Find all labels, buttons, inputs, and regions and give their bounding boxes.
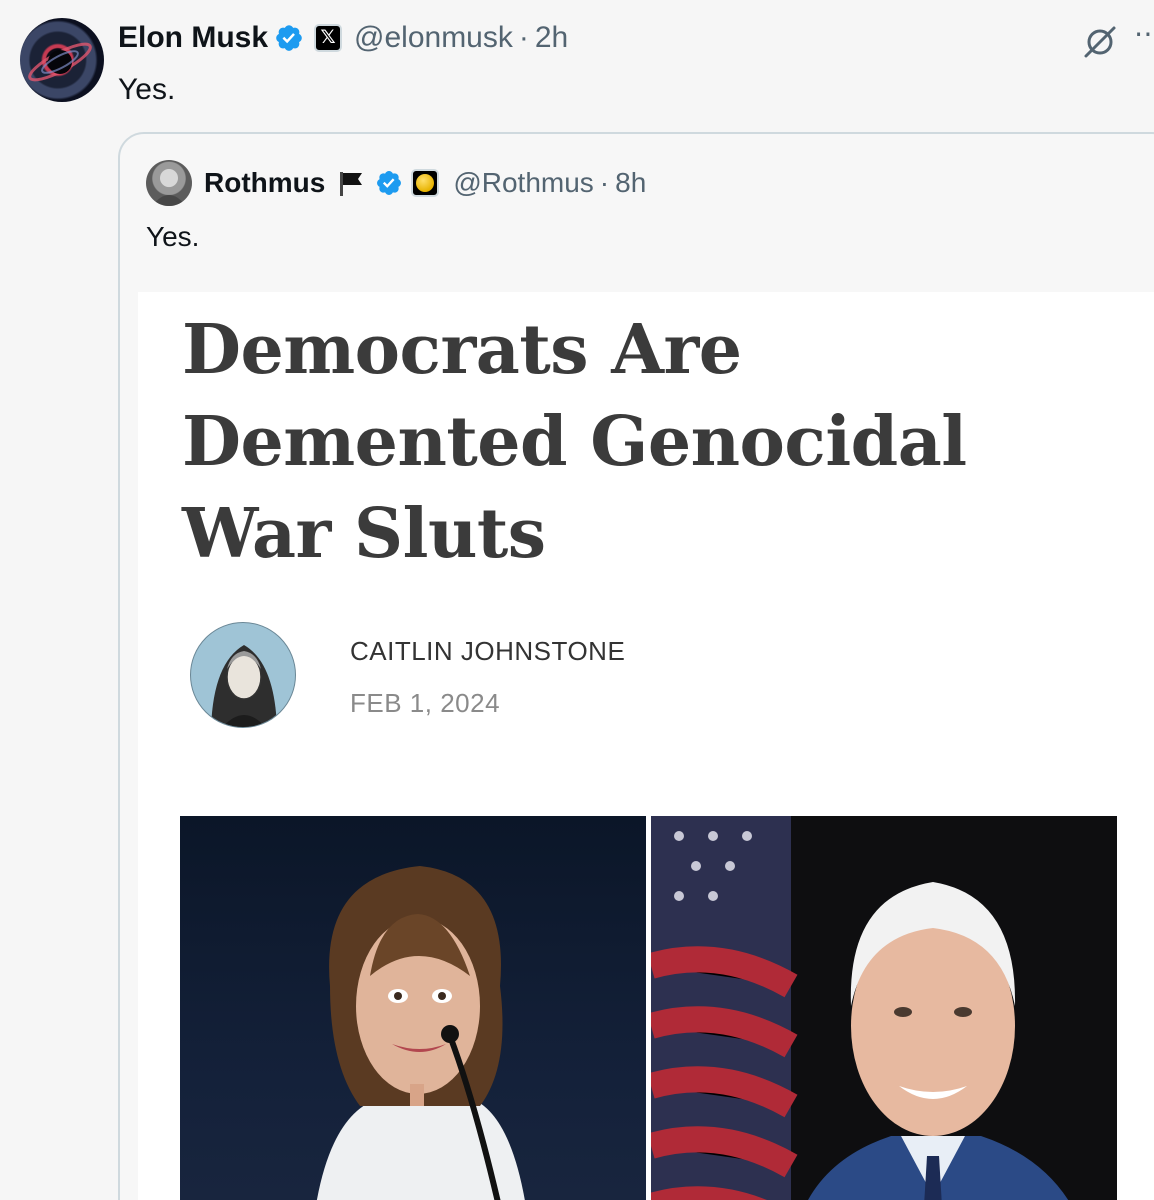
article-photo-left bbox=[180, 816, 646, 1200]
quoted-author-name[interactable]: Rothmus bbox=[204, 164, 325, 202]
black-hole-icon bbox=[28, 42, 92, 82]
separator-dot: · bbox=[599, 167, 610, 198]
headline-line: Democrats Are bbox=[182, 310, 742, 390]
tweet-page: Elon Musk 𝕏 @elonmusk · 2h ⋯ Yes. Rothmu… bbox=[0, 0, 1154, 1200]
author-handle[interactable]: @elonmusk bbox=[354, 18, 513, 58]
article-headline: Democrats Are Demented Genocidal War Slu… bbox=[182, 304, 1082, 580]
quoted-tweet-header: Rothmus @Rothmus · 8h bbox=[204, 164, 646, 202]
separator-dot: · bbox=[518, 21, 529, 54]
quoted-tweet-card[interactable]: Rothmus @Rothmus · 8h Yes. Democrats Are… bbox=[118, 132, 1154, 1200]
tweet-text: Yes. bbox=[118, 73, 176, 106]
more-options-icon[interactable]: ⋯ bbox=[1134, 24, 1154, 54]
verified-badge-icon[interactable] bbox=[375, 169, 403, 197]
article-photo-right bbox=[651, 816, 1117, 1200]
quoted-author-handle[interactable]: @Rothmus bbox=[453, 164, 593, 202]
speaker-photo-illustration bbox=[316, 866, 525, 1200]
avatar-portrait-icon bbox=[152, 169, 186, 206]
article-author-name: CAITLIN JOHNSTONE bbox=[350, 636, 626, 666]
tweet-timestamp[interactable]: 2h bbox=[535, 18, 568, 58]
quoted-tweet-image[interactable]: Democrats Are Demented Genocidal War Slu… bbox=[138, 292, 1154, 1200]
article-date: FEB 1, 2024 bbox=[350, 688, 501, 718]
x-affiliate-badge-icon[interactable]: 𝕏 bbox=[314, 24, 343, 52]
flag-icon bbox=[340, 172, 363, 196]
man-with-flag-photo-illustration bbox=[651, 816, 1069, 1200]
article-author-avatar bbox=[190, 622, 296, 728]
tweet-header: Elon Musk 𝕏 @elonmusk · 2h bbox=[118, 18, 568, 58]
grok-icon[interactable] bbox=[1080, 22, 1120, 62]
author-portrait-illustration bbox=[211, 645, 277, 727]
author-avatar[interactable] bbox=[20, 18, 104, 102]
verified-badge-icon[interactable] bbox=[274, 23, 304, 53]
author-name[interactable]: Elon Musk bbox=[118, 18, 268, 58]
quoted-tweet-text: Yes. bbox=[146, 221, 200, 252]
quoted-tweet-timestamp[interactable]: 8h bbox=[615, 164, 646, 202]
coin-icon[interactable] bbox=[411, 169, 440, 197]
headline-line: Demented Genocidal bbox=[182, 402, 967, 482]
headline-line: War Sluts bbox=[182, 494, 546, 574]
quoted-author-avatar[interactable] bbox=[146, 160, 192, 206]
